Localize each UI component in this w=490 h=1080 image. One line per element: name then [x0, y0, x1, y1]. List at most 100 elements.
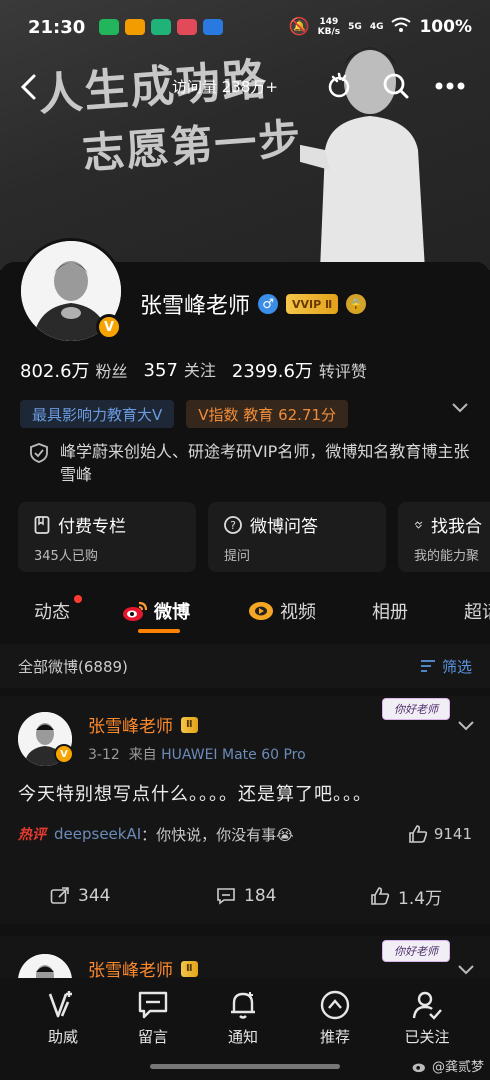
recommend-icon — [320, 990, 350, 1020]
tab-video[interactable]: 视频 — [248, 598, 316, 624]
post-vip-badge: Ⅱ — [181, 960, 198, 977]
profile-name-row: 张雪峰老师 ♂ VVIP Ⅱ 🔒 — [140, 288, 367, 320]
comment-button[interactable]: 184 — [216, 886, 276, 906]
visit-count: 访问量 238万+ — [172, 78, 278, 96]
lock-badge-icon[interactable]: 🔒 — [346, 294, 367, 314]
tab-super-topic[interactable]: 超话 — [464, 598, 490, 624]
repost-button[interactable]: 344 — [50, 886, 110, 906]
back-arrow-icon — [20, 74, 36, 100]
stat-followers[interactable]: 802.6万 粉丝 — [20, 357, 128, 383]
vvip-badge[interactable]: VVIP Ⅱ — [286, 294, 339, 314]
post-vip-badge: Ⅱ — [181, 716, 198, 733]
bottom-cheer[interactable]: 助威 — [28, 988, 98, 1047]
verified-badge: V — [96, 314, 122, 340]
clock: 21:30 — [28, 16, 86, 38]
watermark: @龚贰梦 — [412, 1056, 484, 1075]
stat-interactions: 2399.6万 转评赞 — [231, 361, 367, 382]
mute-icon: 🔕 — [288, 17, 310, 37]
profile-tabs: 动态 微博 视频 相册 超话 — [0, 588, 490, 634]
post-card[interactable]: 张雪峰老师 Ⅱ 你好老师 — [0, 936, 490, 978]
filter-bar: 全部微博(6889) 筛选 — [0, 644, 490, 688]
bookmark-icon — [34, 515, 50, 534]
thumbs-up-icon — [409, 825, 427, 843]
net-speed: 149 KB/s — [317, 17, 341, 37]
service-cards: 付费专栏 345人已购 ? 微博问答 提问 找我合 我的能力聚 — [18, 502, 490, 572]
signal-4g: 4G — [369, 22, 384, 32]
notification-dot — [74, 595, 82, 603]
handshake-icon — [414, 520, 423, 529]
post-author[interactable]: 张雪峰老师 Ⅱ — [88, 956, 198, 978]
hot-comment-user[interactable]: deepseekAI — [54, 825, 141, 843]
profile-stats: 802.6万 粉丝 357 关注 2399.6万 转评赞 — [20, 357, 367, 383]
like-button[interactable]: 1.4万 — [370, 884, 442, 909]
weibo-logo-icon — [123, 601, 148, 621]
profile-tags: 最具影响力教育大V V指数 教育 62.71分 — [20, 400, 349, 428]
post-author[interactable]: 张雪峰老师 Ⅱ — [88, 712, 198, 737]
all-weibo-count: 全部微博(6889) — [18, 657, 128, 676]
bio-text: 峰学蔚来创始人、研途考研VIP名师，微博知名教育博主张雪峰 — [60, 442, 470, 484]
post-card[interactable]: V 张雪峰老师 Ⅱ 3-12 来自 HUAWEI Mate 60 Pro 你好老… — [0, 696, 490, 924]
app-icon-1 — [99, 19, 120, 35]
svg-text:?: ? — [230, 519, 236, 532]
shield-icon — [30, 443, 48, 463]
video-logo-icon — [249, 602, 273, 620]
like-icon — [371, 887, 390, 905]
app-icon-4 — [177, 19, 198, 35]
message-icon — [138, 991, 168, 1019]
notification-app-icons — [99, 19, 224, 35]
bottom-message[interactable]: 留言 — [118, 988, 188, 1047]
app-icon-3 — [151, 19, 172, 35]
bottom-notify[interactable]: 通知 — [208, 988, 278, 1047]
search-button[interactable] — [378, 68, 414, 104]
hot-comment-likes[interactable]: 9141 — [408, 825, 472, 843]
app-icon-2 — [125, 19, 146, 35]
tab-album[interactable]: 相册 — [372, 598, 408, 624]
bell-icon — [231, 992, 255, 1019]
more-dots-icon — [435, 82, 465, 90]
comment-icon — [217, 888, 235, 905]
tab-feed[interactable]: 动态 — [34, 598, 70, 624]
expand-chevron-icon[interactable] — [450, 400, 470, 424]
post-verified-badge: V — [54, 744, 74, 764]
cheer-icon — [48, 991, 72, 1018]
battery-level: 100% — [419, 17, 472, 37]
post-actions: 344 184 1.4万 — [0, 876, 490, 916]
cheer-button[interactable] — [322, 68, 358, 104]
post-avatar[interactable] — [18, 954, 72, 978]
post-text: 今天特别想写点什么。。。。还是算了吧。。。 — [18, 784, 372, 805]
weibo-watermark-icon — [412, 1063, 425, 1072]
followed-icon — [412, 991, 442, 1020]
post-menu-chevron-icon[interactable] — [456, 718, 476, 734]
profile-bio: 峰学蔚来创始人、研途考研VIP名师，微博知名教育博主张雪峰 — [30, 440, 470, 486]
status-bar: 21:30 🔕 149 KB/s 5G 4G 100% — [0, 0, 490, 54]
app-icon-5 — [203, 19, 224, 35]
post-sticker: 你好老师 — [382, 940, 450, 962]
profile-name: 张雪峰老师 — [140, 294, 251, 319]
hot-comment[interactable]: 热评 deepseekAI ：你快说，你没有事😭 9141 — [18, 816, 472, 852]
tag-influence[interactable]: 最具影响力教育大V — [20, 400, 175, 428]
back-button[interactable] — [12, 70, 46, 104]
filter-button[interactable]: 筛选 — [420, 656, 472, 677]
bottom-followed[interactable]: 已关注 — [392, 988, 462, 1047]
more-button[interactable] — [430, 68, 470, 104]
active-tab-indicator — [138, 629, 180, 633]
tab-weibo[interactable]: 微博 — [122, 598, 190, 624]
cheer-hand-icon — [328, 72, 350, 98]
hot-comment-text: ：你快说，你没有事😭 — [141, 825, 294, 844]
post-sticker: 你好老师 — [382, 698, 450, 720]
banner-person-image — [300, 47, 425, 270]
tag-v-index[interactable]: V指数 教育 62.71分 — [186, 400, 349, 428]
card-cooperation[interactable]: 找我合 我的能力聚 — [398, 502, 490, 572]
stat-following[interactable]: 357 关注 — [144, 357, 216, 383]
card-qa[interactable]: ? 微博问答 提问 — [208, 502, 386, 572]
signal-5g: 5G — [348, 22, 362, 32]
home-indicator — [150, 1064, 340, 1069]
card-paid-column[interactable]: 付费专栏 345人已购 — [18, 502, 196, 572]
question-icon: ? — [224, 515, 242, 534]
bottom-recommend[interactable]: 推荐 — [300, 988, 370, 1047]
gender-male-icon: ♂ — [258, 294, 279, 314]
repost-icon — [50, 887, 69, 904]
post-meta: 3-12 来自 HUAWEI Mate 60 Pro — [88, 747, 306, 763]
search-icon — [383, 73, 409, 99]
post-menu-chevron-icon[interactable] — [456, 962, 476, 978]
